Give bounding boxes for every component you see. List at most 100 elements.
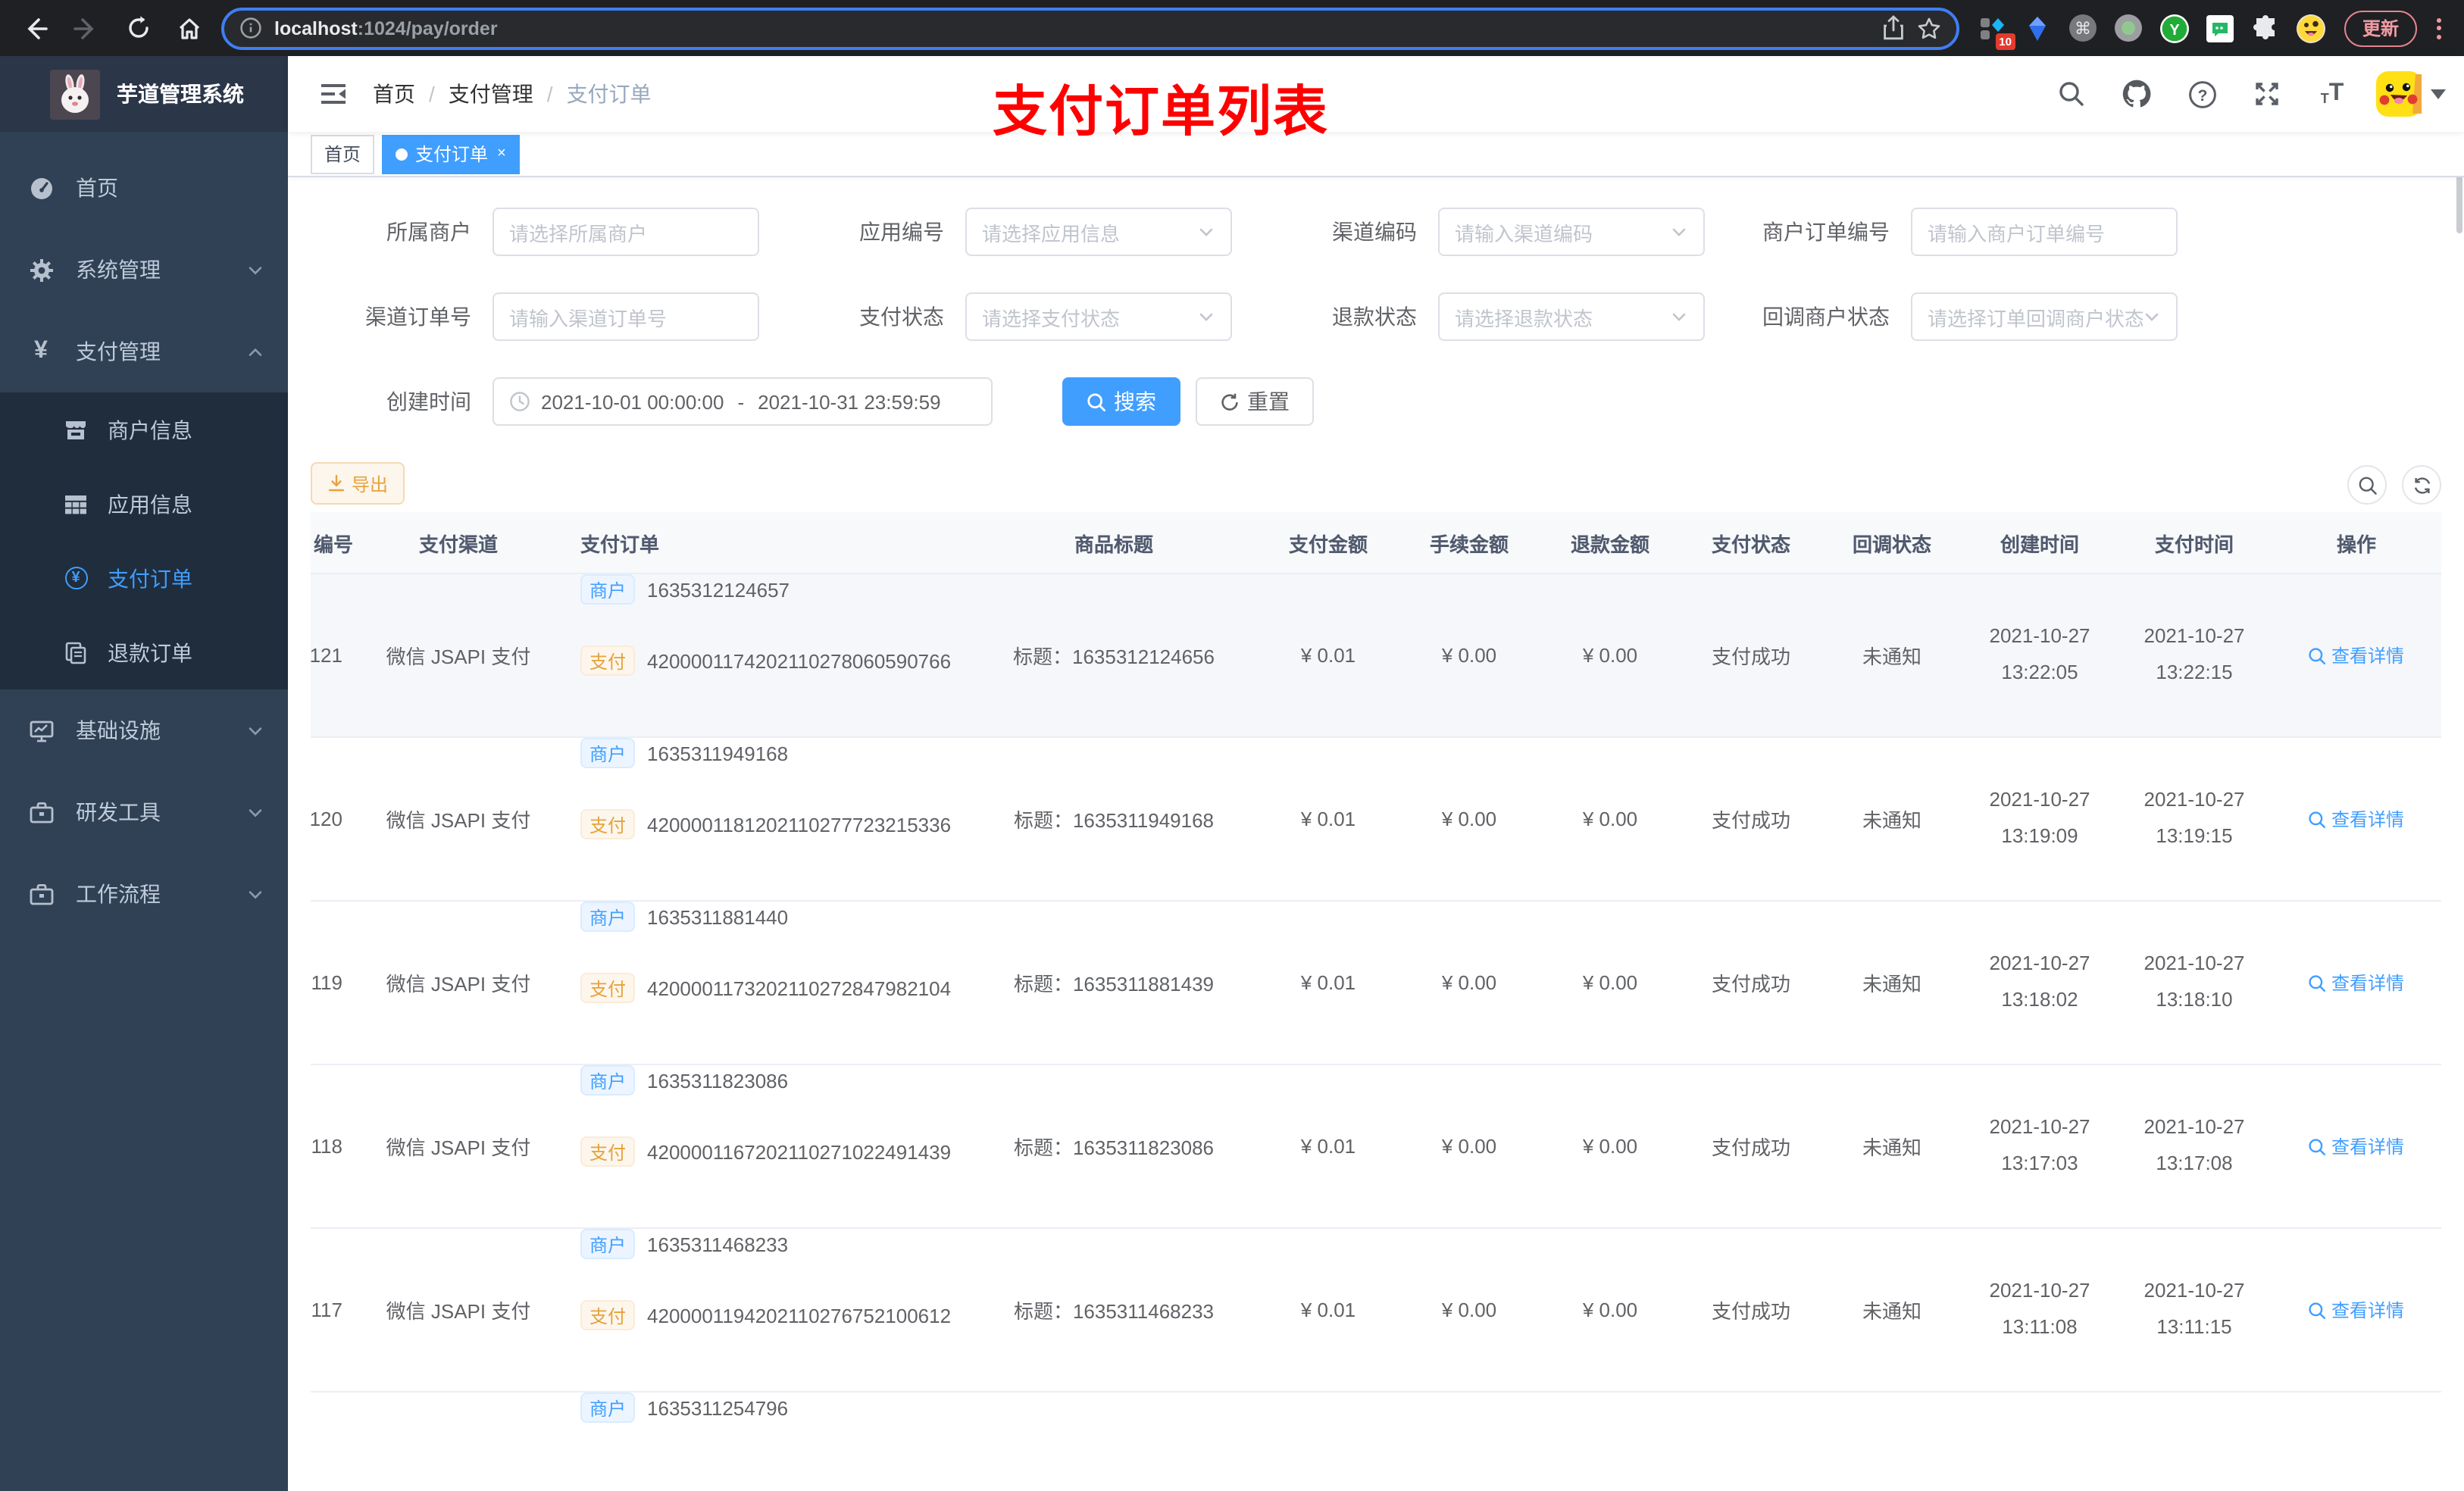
- chevron-down-icon: [1199, 228, 1213, 236]
- action-cell: 查看详情: [2272, 574, 2441, 736]
- url-bar[interactable]: localhost:1024/pay/order: [221, 7, 1959, 49]
- navbar-actions: ?: [2044, 67, 2446, 121]
- title-cell: [970, 1393, 1258, 1491]
- order-id-cell: 117: [311, 1299, 342, 1321]
- extension-gem-icon[interactable]: [2023, 13, 2053, 43]
- merchant-input[interactable]: 请选择所属商户: [492, 208, 759, 256]
- extension-puzzle-icon[interactable]: [2250, 13, 2281, 43]
- help-icon[interactable]: ?: [2175, 67, 2229, 121]
- order-no-line: 商户 1635311468233: [580, 1229, 788, 1259]
- notify-status-cell: 未通知: [1862, 809, 1921, 832]
- tag-home[interactable]: 首页: [311, 134, 375, 173]
- fee-cell: ¥ 0.00: [1441, 1135, 1497, 1158]
- time-line: 13:17:08: [2156, 1152, 2233, 1174]
- search-button[interactable]: 搜索: [1062, 377, 1180, 426]
- order-no-cell: 商户 1635311823086 支付 42000011672021102710224…: [561, 1065, 970, 1227]
- app-logo-row[interactable]: 芋道管理系统: [0, 56, 288, 132]
- action-cell: 查看详情: [2272, 902, 2441, 1064]
- amount-cell: ¥ 0.01: [1300, 808, 1356, 830]
- forward-icon[interactable]: [67, 8, 106, 48]
- merchant-order-no-input[interactable]: 请输入商户订单编号: [1911, 208, 2178, 256]
- fontsize-icon[interactable]: [2305, 67, 2359, 121]
- profile-emoji-icon[interactable]: [2296, 13, 2326, 43]
- channel-code-select[interactable]: 请输入渠道编码: [1438, 208, 1705, 256]
- view-detail-link[interactable]: 查看详情: [2309, 970, 2404, 996]
- pay-time-cell: 2021-10-27 13:17:08: [2117, 1065, 2272, 1227]
- view-detail-link[interactable]: 查看详情: [2309, 806, 2404, 832]
- date-line: 2021-10-27: [2143, 1279, 2245, 1302]
- toggle-search-button[interactable]: [2347, 465, 2387, 505]
- amount-cell: [1258, 1393, 1399, 1491]
- magnifier-icon: [2309, 1302, 2326, 1318]
- export-button[interactable]: 导出: [311, 462, 405, 505]
- app-select[interactable]: 请选择应用信息: [965, 208, 1232, 256]
- sidebar-item-home[interactable]: 首页: [0, 147, 288, 229]
- site-info-icon[interactable]: [239, 17, 262, 39]
- home-icon[interactable]: [170, 8, 209, 48]
- user-menu[interactable]: [2376, 71, 2446, 117]
- channel-order-no-input[interactable]: 请输入渠道订单号: [492, 292, 759, 341]
- refresh-table-button[interactable]: [2402, 465, 2441, 505]
- extension-dot-icon[interactable]: [2114, 13, 2144, 43]
- back-icon[interactable]: [15, 8, 55, 48]
- order-number: 4200001173202110272847982104: [647, 977, 952, 999]
- sidebar-item-label: 系统管理: [76, 258, 161, 282]
- monitor-icon: [27, 717, 55, 743]
- title-cell: 标题：1635311881439: [1013, 973, 1215, 996]
- update-button[interactable]: 更新: [2344, 10, 2417, 46]
- sidebar-item-label: 支付管理: [76, 339, 161, 364]
- pay-status-select[interactable]: 请选择支付状态: [965, 292, 1232, 341]
- sidebar-item-workflow[interactable]: 工作流程: [0, 853, 288, 935]
- title-cell: 标题：1635312124656: [1013, 645, 1215, 668]
- sidebar-item-app-info[interactable]: 应用信息: [0, 467, 288, 541]
- order-number: 1635311468233: [647, 1233, 789, 1255]
- extension-chat-icon[interactable]: [2205, 13, 2235, 43]
- sidebar-item-pay-order[interactable]: ¥ 支付订单: [0, 541, 288, 615]
- collapse-sidebar-icon[interactable]: [306, 79, 361, 109]
- github-icon[interactable]: [2109, 67, 2164, 121]
- tag-close-icon[interactable]: ×: [497, 145, 506, 162]
- extension-y-icon[interactable]: Y: [2159, 13, 2190, 43]
- fee-cell: ¥ 0.00: [1441, 971, 1497, 994]
- sidebar-item-merchant-info[interactable]: 商户信息: [0, 392, 288, 467]
- view-detail-link[interactable]: 查看详情: [2309, 642, 2404, 668]
- sidebar-item-dev-tools[interactable]: 研发工具: [0, 771, 288, 853]
- reset-button[interactable]: 重置: [1196, 377, 1314, 426]
- breadcrumb-payment[interactable]: 支付管理: [449, 79, 533, 109]
- sidebar-item-payment[interactable]: ¥ 支付管理: [0, 311, 288, 392]
- create-time-cell: 2021-10-27 13:19:09: [1962, 738, 2117, 900]
- create-time-range-picker[interactable]: 2021-10-01 00:00:00 - 2021-10-31 23:59:5…: [492, 377, 993, 426]
- notify-status-select[interactable]: 请选择订单回调商户状态: [1911, 292, 2178, 341]
- extension-command-icon[interactable]: ⌘: [2068, 13, 2099, 43]
- pay-tag: 支付: [580, 1300, 636, 1330]
- channel-cell: 微信 JSAPI 支付: [386, 973, 531, 996]
- date-line: 2021-10-27: [2143, 952, 2245, 975]
- bookmark-star-icon[interactable]: [1917, 16, 1941, 40]
- share-icon[interactable]: [1882, 15, 1905, 41]
- tag-label: 支付订单: [415, 144, 489, 165]
- tag-pay-order[interactable]: 支付订单 ×: [382, 134, 520, 173]
- extension-icon[interactable]: 10: [1978, 13, 2015, 49]
- channel-cell: 微信 JSAPI 支付: [386, 1136, 531, 1159]
- view-detail-link[interactable]: 查看详情: [2309, 1133, 2404, 1159]
- filter-label-merchant: 所属商户: [386, 220, 471, 244]
- order-no-line: 商户 1635311254796: [580, 1393, 788, 1423]
- refresh-icon: [1221, 392, 1238, 410]
- refund-status-select[interactable]: 请选择退款状态: [1438, 292, 1705, 341]
- browser-menu-icon[interactable]: [2429, 17, 2449, 39]
- pay-tag: 支付: [580, 809, 636, 839]
- breadcrumb-home[interactable]: 首页: [373, 79, 415, 109]
- magnifier-icon: [2309, 811, 2326, 827]
- sidebar-item-system[interactable]: 系统管理: [0, 229, 288, 311]
- fullscreen-icon[interactable]: [2240, 67, 2294, 121]
- pay-time-cell: [2117, 1393, 2272, 1491]
- sidebar-item-infra[interactable]: 基础设施: [0, 689, 288, 771]
- sidebar-item-refund-order[interactable]: 退款订单: [0, 615, 288, 689]
- url-text: localhost:1024/pay/order: [274, 17, 498, 39]
- title-cell: 标题：1635311823086: [1013, 1136, 1215, 1159]
- view-detail-link[interactable]: 查看详情: [2309, 1297, 2404, 1323]
- reload-icon[interactable]: [118, 8, 158, 48]
- action-cell: [2272, 1393, 2441, 1491]
- notify-status-cell: 未通知: [1862, 1300, 1921, 1323]
- search-icon[interactable]: [2044, 67, 2099, 121]
